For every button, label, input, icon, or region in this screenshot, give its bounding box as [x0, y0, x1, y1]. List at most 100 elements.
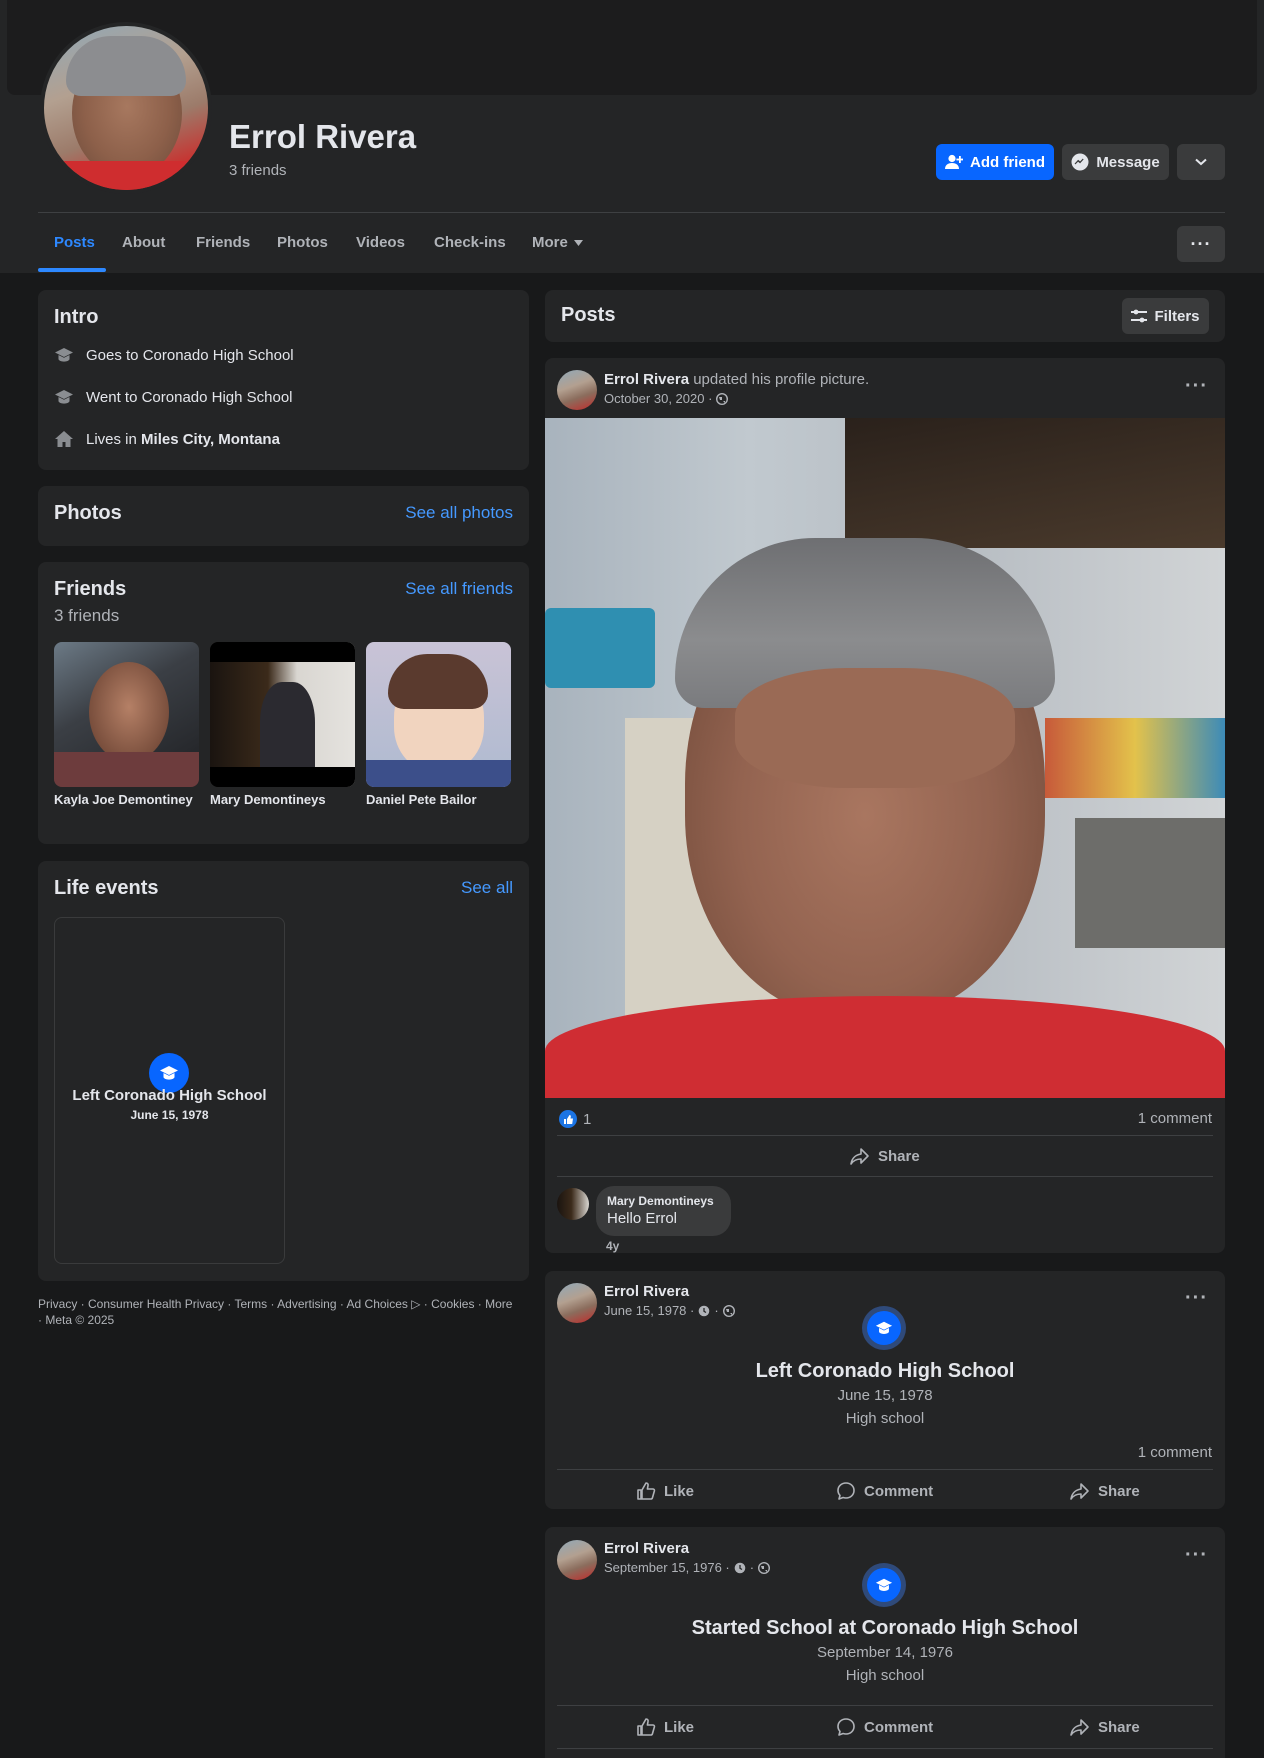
- post-timestamp[interactable]: September 15, 1976 · ·: [604, 1560, 771, 1575]
- filters-label: Filters: [1154, 307, 1200, 325]
- life-event-tile[interactable]: Left Coronado High School June 15, 1978: [54, 917, 285, 1264]
- tab-more-label: More: [532, 234, 568, 251]
- thumbs-up-icon: [637, 1482, 656, 1500]
- friend-photo-daniel[interactable]: [366, 642, 511, 787]
- post-date: September 15, 1976 ·: [604, 1560, 730, 1575]
- tab-posts[interactable]: Posts: [54, 234, 95, 251]
- life-event-category: High school: [845, 1410, 925, 1427]
- like-count[interactable]: 1: [559, 1110, 591, 1128]
- comment-label: Comment: [864, 1482, 934, 1500]
- profile-menu-button[interactable]: ···: [1177, 226, 1225, 262]
- post-author-name[interactable]: Errol Rivera: [604, 1540, 689, 1557]
- intro-item-text: Goes to Coronado High School: [86, 346, 294, 364]
- profile-picture[interactable]: [40, 22, 212, 194]
- like-button[interactable]: Like: [636, 1717, 694, 1737]
- message-button[interactable]: Message: [1062, 144, 1169, 180]
- profile-name: Errol Rivera: [229, 118, 417, 155]
- friend-name-kayla[interactable]: Kayla Joe Demontiney: [54, 792, 193, 807]
- post-options-icon[interactable]: ···: [1185, 1544, 1208, 1567]
- life-event-date: September 14, 1976: [817, 1644, 953, 1661]
- like-button[interactable]: Like: [636, 1481, 694, 1501]
- post-divider: [557, 1135, 1213, 1136]
- share-label: Share: [1098, 1718, 1140, 1736]
- post-divider: [557, 1469, 1213, 1470]
- life-events-title: Life events: [54, 877, 159, 899]
- message-label: Message: [1096, 153, 1160, 171]
- intro-item-text: Lives in Miles City, Montana: [86, 431, 280, 448]
- posts-header-card: Posts Filters: [545, 290, 1225, 342]
- photos-card: Photos See all photos: [38, 486, 529, 546]
- like-label: Like: [664, 1482, 695, 1500]
- thumbs-up-icon: [637, 1718, 656, 1736]
- clock-icon: [699, 1305, 710, 1316]
- post-date: June 15, 1978 ·: [604, 1303, 695, 1318]
- share-label: Share: [878, 1147, 920, 1165]
- post-divider: [557, 1705, 1213, 1706]
- more-options-dropdown-button[interactable]: [1177, 144, 1225, 180]
- comment-bubble: Mary Demontineys Hello Errol: [596, 1186, 731, 1236]
- posts-title: Posts: [561, 304, 616, 326]
- friends-count: 3 friends: [54, 606, 120, 625]
- add-friend-button[interactable]: Add friend: [936, 144, 1054, 180]
- post-timestamp[interactable]: June 15, 1978 · ·: [604, 1303, 735, 1318]
- see-all-photos-link[interactable]: See all photos: [405, 503, 513, 523]
- post-author-name[interactable]: Errol Rivera: [604, 371, 689, 388]
- lives-in-location[interactable]: Miles City, Montana: [141, 431, 280, 448]
- friend-photo-kayla[interactable]: [54, 642, 199, 787]
- intro-item-lives-in: Lives in Miles City, Montana: [54, 429, 280, 449]
- share-button[interactable]: Share: [1070, 1481, 1140, 1501]
- share-button[interactable]: Share: [850, 1146, 920, 1166]
- lives-in-prefix: Lives in: [86, 430, 142, 448]
- post-author-avatar[interactable]: [557, 370, 597, 410]
- life-event-date: June 15, 1978: [837, 1387, 933, 1404]
- friends-title: Friends: [54, 578, 127, 600]
- share-icon: [850, 1148, 869, 1165]
- post-options-icon[interactable]: ···: [1185, 1287, 1208, 1310]
- comment-button[interactable]: Comment: [836, 1717, 933, 1737]
- footer-links[interactable]: Privacy · Consumer Health Privacy · Term…: [38, 1296, 518, 1328]
- tab-about[interactable]: About: [122, 234, 165, 251]
- post-author-avatar[interactable]: [557, 1540, 597, 1580]
- globe-icon: [716, 392, 729, 405]
- friend-name-mary[interactable]: Mary Demontineys: [210, 792, 326, 807]
- comment-author[interactable]: Mary Demontineys: [607, 1194, 720, 1208]
- profile-header: Errol Rivera 3 friends Add friend Messag…: [0, 0, 1264, 273]
- friend-photo-mary[interactable]: [210, 642, 355, 787]
- post-photo[interactable]: [545, 418, 1225, 1098]
- share-icon: [1070, 1483, 1089, 1500]
- friend-name-daniel[interactable]: Daniel Pete Bailor: [366, 792, 477, 807]
- comment-button[interactable]: Comment: [836, 1481, 933, 1501]
- post-author-name[interactable]: Errol Rivera: [604, 1283, 689, 1300]
- life-event-date: June 15, 1978: [130, 1108, 209, 1122]
- comment-age[interactable]: 4y: [606, 1239, 619, 1253]
- post-divider: [557, 1748, 1213, 1749]
- comment-count[interactable]: 1 comment: [1138, 1110, 1212, 1127]
- intro-item-goes-to-school: Goes to Coronado High School: [54, 345, 294, 365]
- intro-title: Intro: [54, 306, 99, 328]
- filters-button[interactable]: Filters: [1122, 298, 1209, 334]
- see-all-friends-link[interactable]: See all friends: [405, 579, 513, 599]
- share-button[interactable]: Share: [1070, 1717, 1140, 1737]
- profile-friend-count[interactable]: 3 friends: [229, 162, 287, 179]
- tab-videos[interactable]: Videos: [356, 234, 405, 251]
- post-divider: [557, 1176, 1213, 1177]
- globe-icon: [758, 1561, 771, 1574]
- globe-icon: [722, 1304, 735, 1317]
- post-timestamp[interactable]: October 30, 2020 ·: [604, 391, 729, 406]
- comment-count[interactable]: 1 comment: [1138, 1444, 1212, 1461]
- active-tab-indicator: [38, 268, 106, 272]
- intro-item-went-to-school: Went to Coronado High School: [54, 387, 293, 407]
- post-options-icon[interactable]: ···: [1185, 375, 1208, 398]
- header-divider: [38, 212, 1225, 213]
- tab-more[interactable]: More: [532, 234, 583, 251]
- tab-checkins[interactable]: Check-ins: [434, 234, 506, 251]
- post-action-text: updated his profile picture.: [689, 371, 870, 388]
- post-author-avatar[interactable]: [557, 1283, 597, 1323]
- intro-item-text: Went to Coronado High School: [86, 388, 293, 406]
- comment-icon: [837, 1482, 855, 1500]
- comment-avatar[interactable]: [557, 1188, 589, 1220]
- see-all-life-events-link[interactable]: See all: [461, 878, 513, 898]
- life-event-category: High school: [845, 1667, 925, 1684]
- tab-photos[interactable]: Photos: [277, 234, 328, 251]
- tab-friends[interactable]: Friends: [196, 234, 250, 251]
